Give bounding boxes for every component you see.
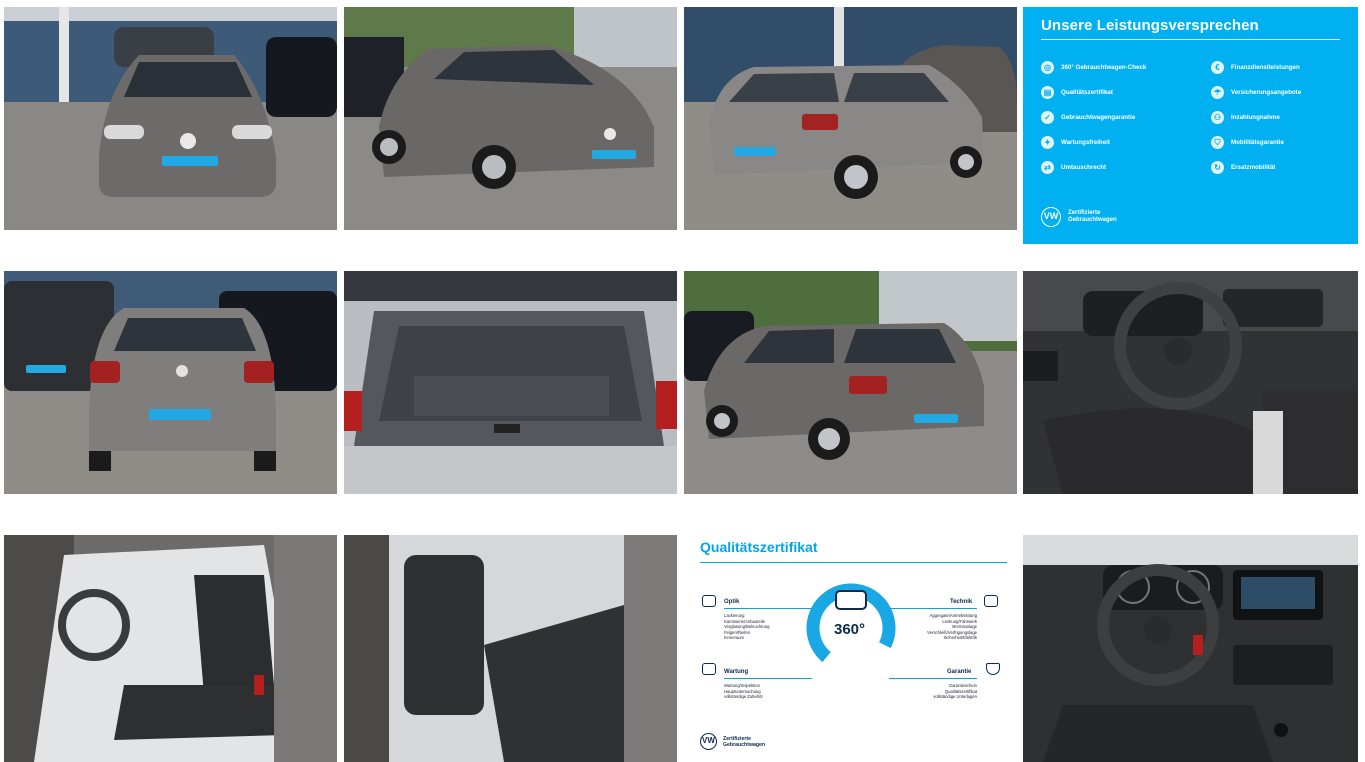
promise-brand: VW Zertifizierte Gebrauchtwagen [1041,207,1117,227]
car-cockpit-photo [1023,271,1358,494]
photo-side-rear[interactable] [684,271,1017,494]
cert-section-garantie: Garantie [947,669,972,675]
promise-item-360-check: ◎ 360° Gebrauchtwagen-Check [1041,61,1146,74]
promise-title: Unsere Leistungsversprechen [1041,17,1259,34]
exchange-icon: ⇄ [1041,161,1054,174]
brand-line-2: Gebrauchtwagen [1068,217,1117,223]
cert-wartung-item: Wartung/Inspektion [724,683,760,688]
photo-trunk[interactable] [344,271,677,494]
cert-section-wartung: Wartung [724,669,749,675]
promise-item-mobility-guarantee: ⛉ Mobilitätsgarantie [1211,136,1284,149]
certificate-icon: ▤ [1041,86,1054,99]
car-rear-34-photo [684,7,1017,230]
car-dashboard-photo [1023,535,1358,762]
promise-item-finance: € Finanzdienstleistungen [1211,61,1300,74]
cert-optik-item: Verglasung/Beleuchtung [724,624,770,630]
cert-wartung-line [724,678,812,679]
promise-item-maintenance: ✦ Wartungsfreiheit [1041,136,1110,149]
cert-technik-line [889,608,977,609]
promise-item-exchange: ⇄ Umtauschrecht [1041,161,1106,174]
wrench-icon [702,663,716,675]
photo-rear-seats[interactable] [344,535,677,762]
photo-cockpit[interactable] [1023,271,1358,494]
car-shield-icon: ⛉ [1211,136,1224,149]
cert-technik-item: Sicherheit/Elektrik [943,635,977,641]
cert-technik-list: Aggregate/Antriebsstrang Lenkung/Fahrwer… [889,613,977,641]
cert-badge-number: 360° [834,621,866,638]
shield-check-icon [986,663,1000,675]
cert-garantie-list: Garantieschein Qualitätszertifikat volls… [889,683,977,700]
umbrella-icon: ☂ [1211,86,1224,99]
cert-section-optik: Optik [724,599,740,605]
vw-logo-icon: VW [700,733,717,750]
promise-item-warranty: ✓ Gebrauchtwagengarantie [1041,111,1135,124]
cert-divider [700,562,1007,563]
quality-certificate-card[interactable]: Qualitätszertifikat Optik Lackierung Kar… [684,535,1017,762]
brand-line-2: Gebrauchtwagen [723,741,766,748]
photo-front-three-quarter[interactable] [344,7,677,230]
car-rear-seats-photo [344,535,677,762]
cert-wartung-list: Wartung/Inspektion Hauptuntersuchung vol… [724,683,763,700]
finance-icon: € [1211,61,1224,74]
car-swap-icon: ↻ [1211,161,1224,174]
photo-dashboard[interactable] [1023,535,1358,762]
promise-item-replacement: ↻ Ersatzmobilität [1211,161,1275,174]
cert-section-technik: Technik [950,599,973,605]
vw-logo-icon: VW [1041,207,1061,227]
photo-front-seats[interactable] [4,535,337,762]
car-front-seats-photo [4,535,337,762]
promise-item-certificate: ▤ Qualitätszertifikat [1041,86,1113,99]
brand-line-1: Zertifizierte [1068,210,1101,216]
promise-card[interactable]: Unsere Leistungsversprechen ◎ 360° Gebrau… [1023,7,1358,244]
wrench-icon: ✦ [1041,136,1054,149]
engine-icon [984,595,998,607]
car-front-photo [4,7,337,230]
shield-icon: ✓ [1041,111,1054,124]
car-rear-photo [4,271,337,494]
photo-front[interactable] [4,7,337,230]
handshake-icon: ⚇ [1211,111,1224,124]
car-side-rear-photo [684,271,1017,494]
promise-item-insurance: ☂ Versicherungsangebote [1211,86,1301,99]
photo-rear-three-quarter[interactable] [684,7,1017,230]
cert-brand: VW Zertifizierte Gebrauchtwagen [700,733,765,750]
cert-optik-list: Lackierung Karosserie/Anbauteile Verglas… [724,613,769,641]
photo-rear[interactable] [4,271,337,494]
car-front-34-photo [344,7,677,230]
cert-title: Qualitätszertifikat [700,539,818,555]
cert-garantie-item: vollständige Unterlagen [933,694,977,700]
car-body-icon [702,595,716,607]
cert-wartung-item: vollständige Zubehör [724,694,763,700]
cert-optik-line [724,608,812,609]
cert-garantie-line [889,678,977,679]
promise-item-trade-in: ⚇ Inzahlungnahme [1211,111,1280,124]
car-trunk-photo [344,271,677,494]
promise-divider [1041,39,1340,40]
cert-optik-item: Innenraum [724,635,745,641]
car-check-icon: ◎ [1041,61,1054,74]
